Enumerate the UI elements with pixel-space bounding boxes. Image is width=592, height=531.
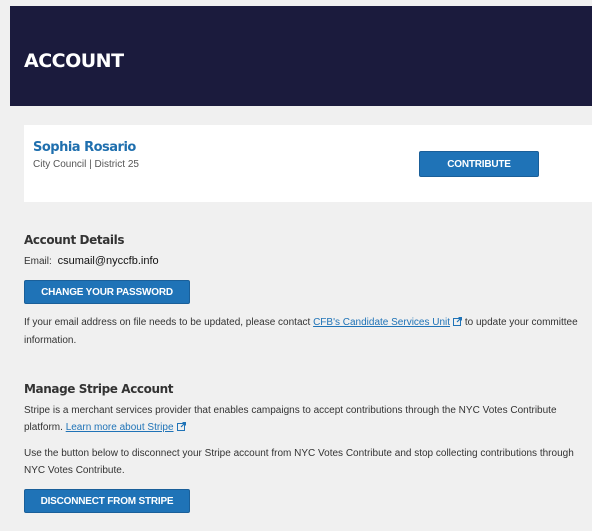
disconnect-stripe-button[interactable]: DISCONNECT FROM STRIPE <box>24 489 190 513</box>
email-row: Email: csumail@nyccfb.info <box>24 255 159 267</box>
candidate-name: Sophia Rosario <box>33 140 136 155</box>
external-link-icon[interactable] <box>453 315 463 332</box>
candidate-office: City Council | District 25 <box>33 159 139 170</box>
account-details-heading: Account Details <box>24 233 125 247</box>
email-value: csumail@nyccfb.info <box>57 255 159 267</box>
contribute-button[interactable]: CONTRIBUTE <box>419 151 539 177</box>
candidate-card: Sophia Rosario City Council | District 2… <box>24 125 592 202</box>
candidate-services-link[interactable]: CFB's Candidate Services Unit <box>313 317 450 328</box>
disconnect-info: Use the button below to disconnect your … <box>24 448 574 476</box>
email-update-info: If your email address on file needs to b… <box>24 314 580 349</box>
email-info-text-before: If your email address on file needs to b… <box>24 317 314 328</box>
page-header: ACCOUNT <box>10 6 592 106</box>
external-link-icon[interactable] <box>176 420 186 437</box>
manage-stripe-heading: Manage Stripe Account <box>24 382 174 396</box>
page-title: ACCOUNT <box>24 50 124 72</box>
stripe-description: Stripe is a merchant services provider t… <box>24 402 580 437</box>
change-password-button[interactable]: CHANGE YOUR PASSWORD <box>24 280 190 304</box>
learn-more-stripe-link[interactable]: Learn more about Stripe <box>66 422 174 433</box>
email-label: Email: <box>24 256 52 267</box>
